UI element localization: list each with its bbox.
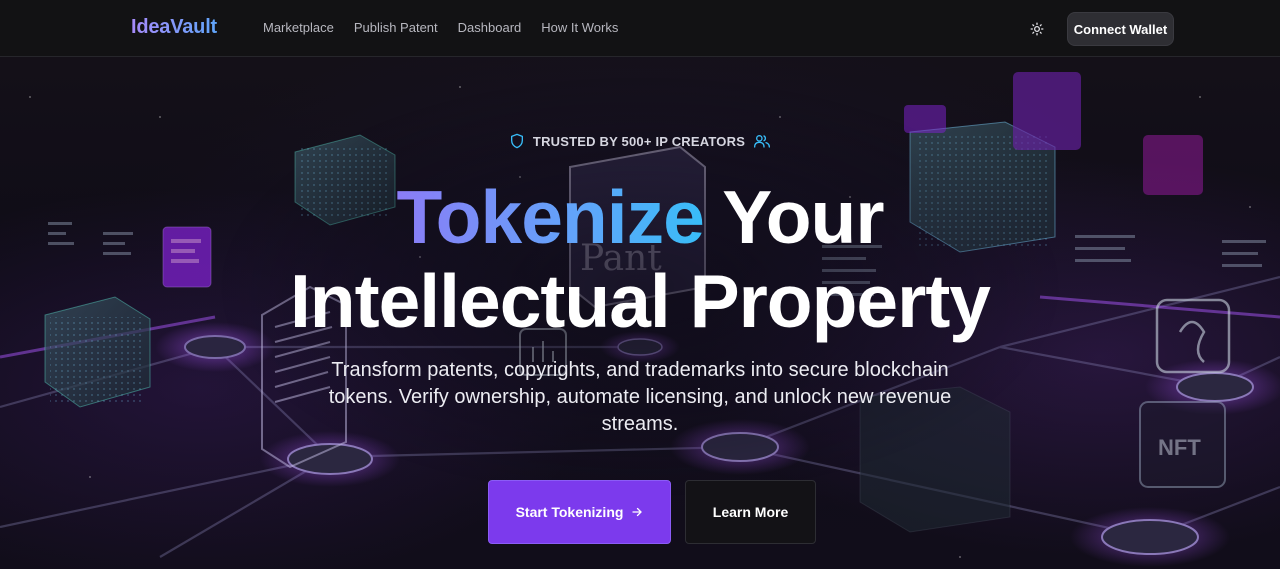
headline-accent-word: Tokenize <box>396 175 704 259</box>
users-icon <box>754 135 771 148</box>
nft-cube-text: NFT <box>1158 435 1201 460</box>
headline-line2: Intellectual Property <box>289 259 991 343</box>
nav-marketplace[interactable]: Marketplace <box>263 20 334 35</box>
logo[interactable]: IdeaVault <box>131 16 217 39</box>
learn-more-button[interactable]: Learn More <box>685 480 816 544</box>
shield-icon <box>510 133 523 149</box>
arrow-right-icon <box>632 507 643 517</box>
start-tokenizing-button[interactable]: Start Tokenizing <box>488 480 671 544</box>
theme-toggle-button[interactable] <box>1027 19 1047 39</box>
top-navbar: IdeaVault Marketplace Publish Patent Das… <box>0 0 1280 57</box>
headline-rest: Your <box>703 175 884 259</box>
nav-how-it-works[interactable]: How It Works <box>541 20 618 35</box>
connect-wallet-button[interactable]: Connect Wallet <box>1067 12 1174 46</box>
trust-badge: TRUSTED BY 500+ IP CREATORS <box>0 133 1280 149</box>
trust-badge-text: TRUSTED BY 500+ IP CREATORS <box>532 133 746 149</box>
nav-dashboard[interactable]: Dashboard <box>458 20 522 35</box>
start-tokenizing-label: Start Tokenizing <box>515 504 624 520</box>
sun-icon <box>1030 22 1044 36</box>
hero-subtitle: Transform patents, copyrights, and trade… <box>328 359 952 435</box>
main-nav: Marketplace Publish Patent Dashboard How… <box>263 20 618 35</box>
nav-publish-patent[interactable]: Publish Patent <box>354 20 438 35</box>
hero-section: Pant NFT <box>0 57 1280 569</box>
hero-headline: Tokenize Your Intellectual Property <box>0 175 1280 343</box>
